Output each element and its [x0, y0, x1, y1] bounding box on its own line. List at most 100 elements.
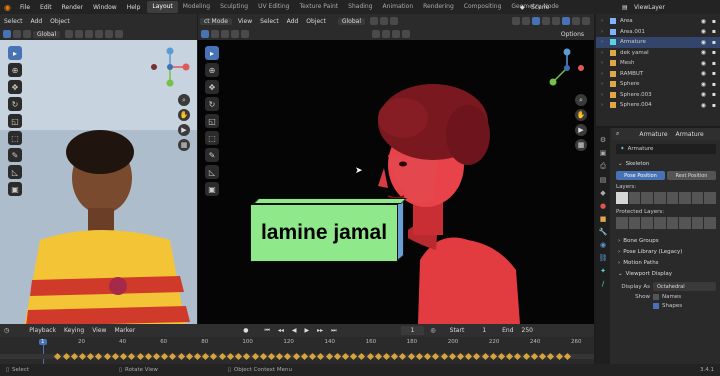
constraint-tab-icon[interactable]: ⛓: [599, 254, 608, 262]
tab-modeling[interactable]: Modeling: [178, 1, 215, 13]
outliner-item[interactable]: › RAMBUT ◉ ▪: [596, 69, 720, 80]
armature-name-field[interactable]: ✦ Armature: [616, 144, 716, 154]
outliner-item[interactable]: › Area ◉ ▪: [596, 16, 720, 27]
visibility-eye-icon[interactable]: ◉: [701, 18, 706, 25]
outliner-item[interactable]: › Area.001 ◉ ▪: [596, 27, 720, 38]
outliner-item[interactable]: › Sphere.003 ◉ ▪: [596, 90, 720, 101]
expand-arrow-icon[interactable]: ›: [601, 39, 603, 45]
render-camera-icon[interactable]: ▪: [712, 39, 716, 46]
bone-tab-icon[interactable]: ∕: [602, 280, 604, 288]
tab-texture-paint[interactable]: Texture Paint: [294, 1, 343, 13]
play-icon[interactable]: ▶: [301, 327, 314, 334]
render-camera-icon[interactable]: ▪: [712, 91, 716, 98]
wireframe-shading-icon[interactable]: [552, 17, 560, 25]
protected-layers-grid[interactable]: [616, 217, 716, 229]
rotate-tool-icon[interactable]: ↻: [8, 97, 22, 111]
visibility-eye-icon[interactable]: ◉: [701, 81, 706, 88]
transform-orientation-select[interactable]: Global: [337, 17, 365, 25]
object-tab-icon[interactable]: ■: [600, 215, 607, 223]
move-tool-icon[interactable]: ✥: [8, 80, 22, 94]
world-tab-icon[interactable]: ●: [600, 202, 606, 210]
output-tab-icon[interactable]: ⎙: [600, 162, 606, 171]
view-menu[interactable]: View: [88, 327, 110, 334]
next-key-icon[interactable]: ▸▸: [313, 327, 327, 334]
scale-tool-icon[interactable]: ◱: [8, 114, 22, 128]
pan-hand-icon[interactable]: ✋: [575, 109, 587, 121]
keying-menu[interactable]: Keying: [60, 327, 88, 334]
select-tool-icon[interactable]: ▸: [205, 46, 219, 60]
material-shading-icon[interactable]: [572, 17, 580, 25]
grid-icon[interactable]: ▦: [178, 139, 190, 151]
pose-library-panel[interactable]: › Pose Library (Legacy): [612, 246, 720, 257]
record-button[interactable]: ●: [239, 327, 252, 334]
interaction-mode-select[interactable]: ct Mode: [200, 17, 232, 25]
zoom-icon[interactable]: ⌕: [178, 94, 190, 106]
overlay-icon[interactable]: [105, 30, 114, 38]
gizmo-icon[interactable]: [522, 17, 530, 25]
pan-hand-icon[interactable]: ✋: [178, 109, 190, 121]
names-checkbox[interactable]: [653, 294, 659, 300]
expand-arrow-icon[interactable]: ›: [601, 102, 603, 108]
solid-shading-icon[interactable]: [562, 17, 570, 25]
auto-key-icon[interactable]: ◎: [426, 327, 439, 334]
annotate-tool-icon[interactable]: ✎: [205, 148, 219, 162]
pose-position-button[interactable]: Pose Position: [616, 171, 665, 180]
menu-render[interactable]: Render: [57, 4, 88, 11]
expand-arrow-icon[interactable]: ›: [601, 18, 603, 24]
tab-layout[interactable]: Layout: [147, 1, 178, 13]
visibility-eye-icon[interactable]: ◉: [701, 60, 706, 67]
view-layer-tab-icon[interactable]: ▤: [600, 176, 607, 184]
add-menu[interactable]: Add: [283, 18, 303, 25]
skeleton-panel-header[interactable]: ⌄ Skeleton: [612, 158, 720, 169]
physics-tab-icon[interactable]: ◉: [600, 241, 606, 249]
outliner-item[interactable]: › Mesh ◉ ▪: [596, 58, 720, 69]
select-mode-icon[interactable]: [13, 30, 21, 38]
expand-arrow-icon[interactable]: ›: [601, 81, 603, 87]
motion-paths-panel[interactable]: › Motion Paths: [612, 257, 720, 268]
timeline-ruler[interactable]: 1 20 40 60 80 100 120 140 160 180 200 220 240 260: [0, 337, 594, 364]
expand-arrow-icon[interactable]: ›: [601, 50, 603, 56]
data-tab-icon[interactable]: ✦: [600, 267, 606, 275]
mirror-x-icon[interactable]: [372, 30, 380, 38]
render-camera-icon[interactable]: ▪: [712, 49, 716, 56]
transform-tool-icon[interactable]: ⬚: [8, 131, 22, 145]
tab-shading[interactable]: Shading: [343, 1, 377, 13]
pivot-icon[interactable]: [65, 30, 74, 38]
left-viewport[interactable]: Select Add Object Global ▸ ⊕ ✥ ↻ ◱ ⬚ ✎ ◺…: [0, 14, 197, 324]
left-add-menu[interactable]: Add: [27, 18, 47, 25]
render-camera-icon[interactable]: ▪: [712, 60, 716, 67]
cursor-tool-icon[interactable]: ⊕: [205, 63, 219, 77]
scale-tool-icon[interactable]: ◱: [205, 114, 219, 128]
rotate-tool-icon[interactable]: ↻: [205, 97, 219, 111]
transform-tool-icon[interactable]: ⬚: [205, 131, 219, 145]
jump-end-icon[interactable]: ⏭: [327, 327, 340, 335]
left-object-menu[interactable]: Object: [46, 18, 74, 25]
annotate-tool-icon[interactable]: ✎: [8, 148, 22, 162]
outliner-item[interactable]: › Sphere ◉ ▪: [596, 79, 720, 90]
visibility-eye-icon[interactable]: ◉: [701, 70, 706, 77]
grid-icon[interactable]: ▦: [575, 139, 587, 151]
tool-tab-icon[interactable]: ⚙: [600, 136, 606, 144]
left-transform-orientation[interactable]: Global: [33, 30, 61, 38]
tab-animation[interactable]: Animation: [378, 1, 419, 13]
visibility-eye-icon[interactable]: ◉: [701, 39, 706, 46]
start-field[interactable]: 1: [478, 327, 490, 334]
render-camera-icon[interactable]: ▪: [712, 81, 716, 88]
pivot-icon[interactable]: [369, 17, 378, 25]
render-camera-icon[interactable]: ▪: [712, 70, 716, 77]
view-layer-selector[interactable]: ViewLayer: [634, 4, 665, 11]
select-mode-icon[interactable]: [221, 30, 229, 38]
render-camera-icon[interactable]: ▪: [712, 28, 716, 35]
rest-position-button[interactable]: Rest Position: [667, 171, 716, 180]
proportional-icon[interactable]: [85, 30, 94, 38]
snap-icon[interactable]: [75, 30, 84, 38]
mirror-y-icon[interactable]: [382, 30, 390, 38]
tab-uv-editing[interactable]: UV Editing: [253, 1, 294, 13]
jump-start-icon[interactable]: ⏮: [260, 327, 273, 335]
camera-icon[interactable]: ▶: [575, 124, 587, 136]
left-select-menu[interactable]: Select: [0, 18, 27, 25]
xray-icon[interactable]: [542, 17, 550, 25]
viewport-display-panel[interactable]: ⌄ Viewport Display: [612, 268, 720, 279]
move-tool-icon[interactable]: ✥: [205, 80, 219, 94]
add-cube-tool-icon[interactable]: ▣: [205, 182, 219, 196]
